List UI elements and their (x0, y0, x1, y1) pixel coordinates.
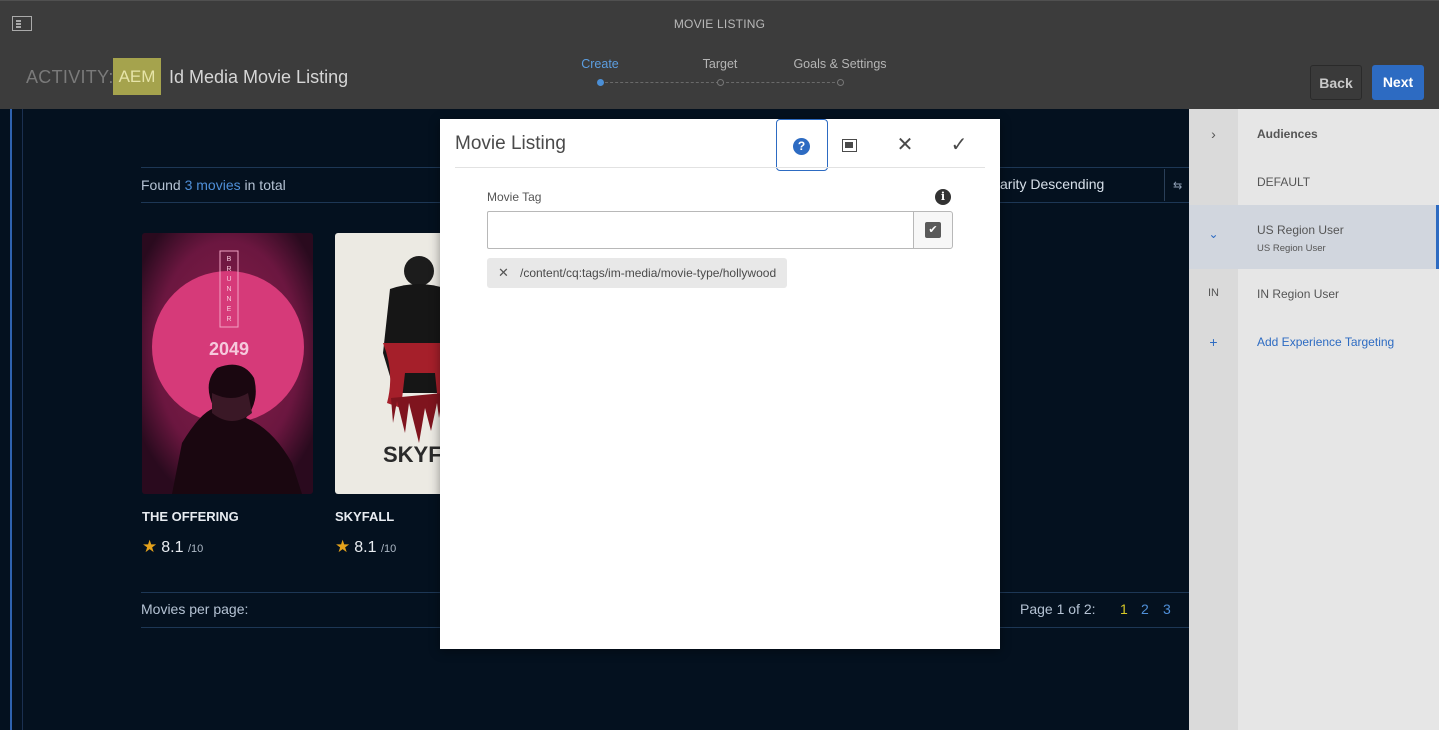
checkbox-checked-icon: ✔ (925, 222, 941, 238)
info-icon[interactable]: i (935, 189, 951, 205)
movie-tag-label: Movie Tag (487, 190, 542, 204)
audience-default-label: DEFAULT (1257, 175, 1311, 189)
chevron-right-icon[interactable]: › (1189, 126, 1238, 142)
audiences-panel: › Audiences DEFAULT ⌄ US Region User US … (1189, 109, 1439, 730)
movie-tag-input[interactable] (487, 211, 914, 249)
star-icon: ★ (335, 537, 351, 556)
poster-1-vertical-letter: N (226, 286, 231, 293)
audience-in-label: IN Region User (1257, 287, 1340, 301)
poster-1-vertical-letter: R (226, 266, 231, 273)
movie-title[interactable]: THE OFFERING (142, 509, 239, 524)
dialog-title: Movie Listing (455, 133, 566, 154)
page-link-2[interactable]: 2 (1141, 601, 1149, 617)
page-of-label: Page 1 of 2: (1020, 601, 1096, 617)
top-bar: MOVIE LISTING ACTIVITY: AEM Id Media Mov… (0, 0, 1439, 109)
step-create-dot (596, 79, 604, 86)
selected-tag-chip: ✕/content/cq:tags/im-media/movie-type/ho… (487, 258, 788, 288)
selected-tag-value: /content/cq:tags/im-media/movie-type/hol… (520, 266, 777, 280)
poster-1-vertical-letter: U (226, 276, 231, 283)
cancel-button[interactable]: ✕ (879, 119, 931, 171)
audience-in-region[interactable]: IN IN Region User (1189, 269, 1439, 317)
step-goals-label: Goals & Settings (793, 57, 887, 71)
rating-scale: /10 (187, 543, 204, 555)
page-title: MOVIE LISTING (673, 17, 766, 31)
frame-divider (22, 109, 23, 730)
movie-rating: ★ 8.1 /10 (142, 537, 203, 557)
poster-1-vertical-letter: E (227, 306, 232, 313)
fullscreen-icon (842, 139, 857, 152)
poster-1-number: 2049 (209, 339, 249, 359)
poster-1-vertical-letter: B (227, 256, 232, 263)
poster-1-vertical-letter: R (226, 316, 231, 323)
sort-toggle[interactable]: ⇆ (1164, 169, 1189, 201)
step-target-label: Target (702, 57, 738, 71)
found-summary: Found 3 movies in total (141, 177, 286, 193)
done-button[interactable]: ✓ (933, 119, 985, 171)
step-create-label: Create (581, 57, 619, 71)
plus-icon[interactable]: + (1189, 334, 1238, 350)
activity-stepper: Create Target Goals & Settings (560, 57, 900, 97)
tag-picker-button[interactable]: ✔ (913, 211, 953, 249)
movie-rating: ★ 8.1 /10 (335, 537, 396, 557)
page-link-3[interactable]: 3 (1163, 601, 1171, 617)
poster-1-vertical-letter: N (226, 296, 231, 303)
found-count[interactable]: 3 movies (185, 177, 241, 193)
audience-us-region[interactable]: ⌄ US Region User US Region User (1189, 205, 1439, 269)
help-button[interactable]: ? (776, 119, 828, 171)
activity-name: Id Media Movie Listing (169, 67, 349, 87)
sort-order-label[interactable]: arity Descending (1000, 176, 1104, 192)
movies-per-page-label: Movies per page: (141, 601, 249, 617)
rating-value: 8.1 (161, 539, 184, 556)
audience-default[interactable]: DEFAULT (1189, 157, 1439, 205)
step-goals-dot (836, 79, 844, 86)
rating-scale: /10 (380, 543, 397, 555)
audiences-header[interactable]: › Audiences (1189, 109, 1439, 157)
add-targeting-label[interactable]: Add Experience Targeting (1257, 335, 1394, 349)
fullscreen-button[interactable] (824, 119, 876, 171)
close-icon: ✕ (896, 134, 914, 156)
sort-toggle-icon: ⇆ (1173, 180, 1183, 192)
back-button[interactable]: Back (1310, 65, 1362, 100)
audiences-title: Audiences (1257, 127, 1318, 141)
next-button[interactable]: Next (1372, 65, 1424, 100)
movie-poster-the-offering[interactable]: 2049 BRUNNER (142, 233, 313, 494)
audience-in-code: IN (1208, 287, 1219, 299)
activity-label: ACTIVITY: (26, 67, 114, 87)
help-icon: ? (793, 138, 810, 155)
add-experience-targeting[interactable]: + Add Experience Targeting (1189, 317, 1439, 365)
step-create[interactable]: Create (540, 57, 660, 86)
aem-badge: AEM (113, 58, 161, 95)
movie-title[interactable]: SKYFALL (335, 509, 394, 524)
step-target[interactable]: Target (660, 57, 780, 86)
dialog-header-divider (455, 167, 985, 168)
star-icon: ★ (142, 537, 158, 556)
audience-us-label: US Region User (1257, 223, 1344, 237)
edit-frame-border (10, 109, 12, 730)
chevron-down-icon[interactable]: ⌄ (1189, 227, 1238, 241)
poster-1-art: 2049 BRUNNER (142, 233, 313, 494)
found-prefix: Found (141, 177, 181, 193)
remove-tag-icon[interactable]: ✕ (487, 258, 520, 288)
audience-us-sublabel: US Region User (1257, 243, 1326, 254)
found-suffix: in total (244, 177, 286, 193)
check-icon: ✓ (950, 134, 968, 156)
page-link-1[interactable]: 1 (1120, 601, 1128, 617)
movie-listing-dialog: Movie Listing ? ✕ ✓ Movie Tag i ✔ ✕/cont… (440, 119, 1000, 649)
step-goals-settings[interactable]: Goals & Settings (780, 57, 900, 86)
rating-value: 8.1 (354, 539, 377, 556)
step-target-dot (716, 79, 724, 86)
